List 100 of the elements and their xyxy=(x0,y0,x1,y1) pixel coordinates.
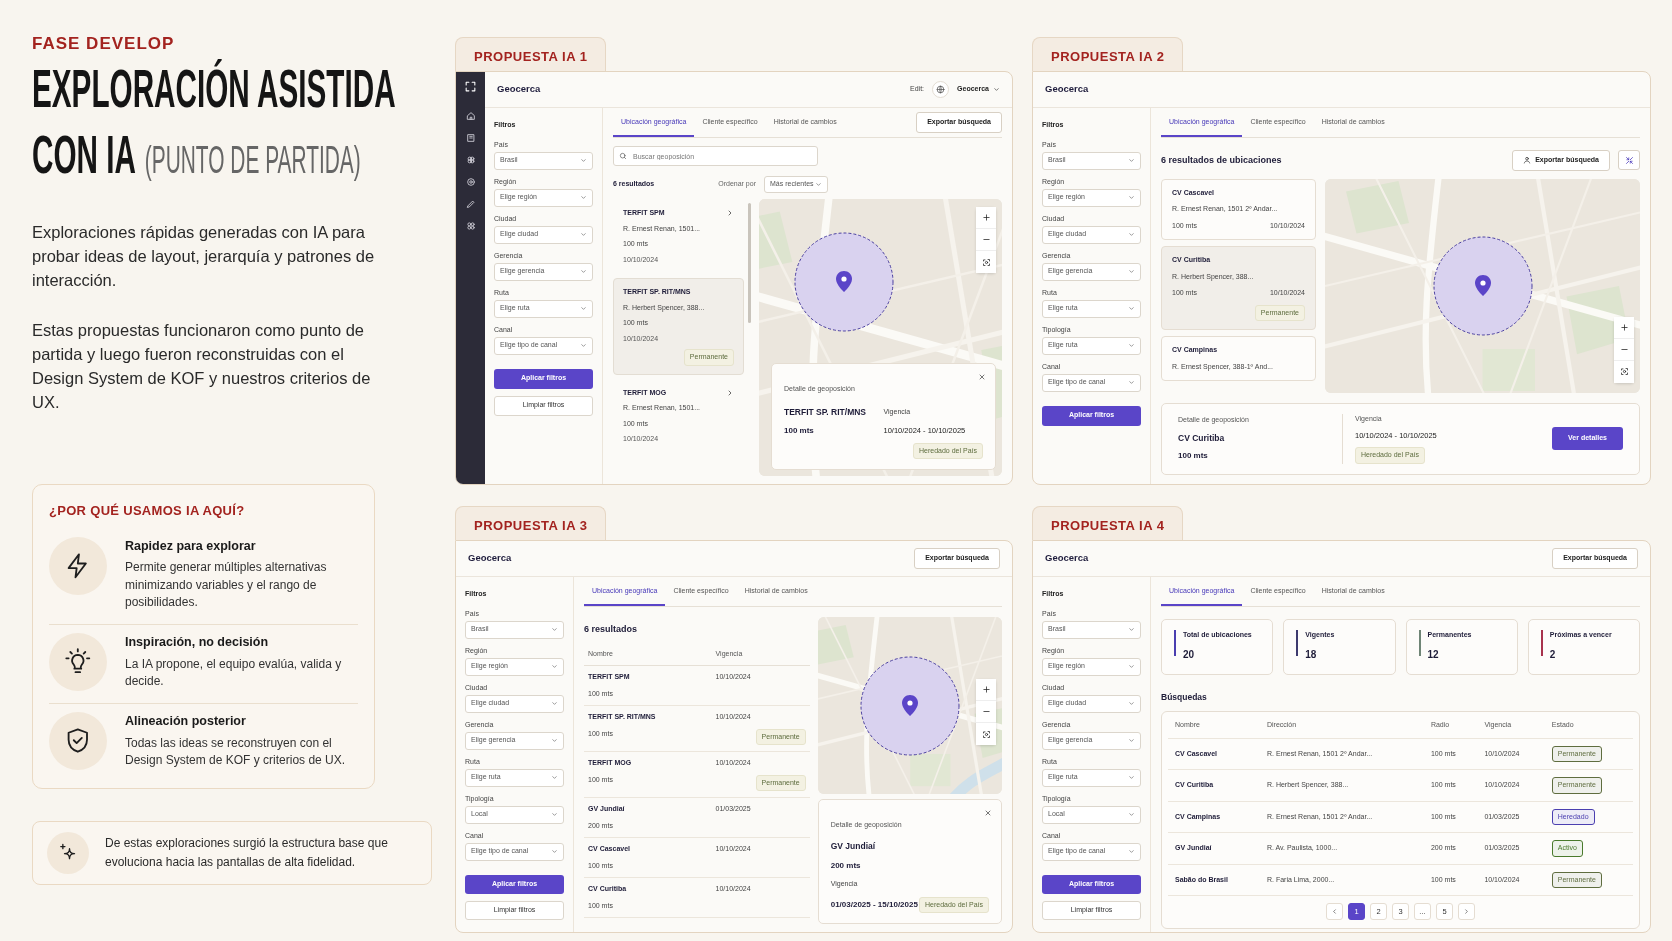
search-icon xyxy=(619,152,627,160)
window-title: Geocerca xyxy=(468,551,512,566)
page-title: CON IA xyxy=(32,124,136,184)
close-icon[interactable] xyxy=(978,372,986,381)
zoom-in-button[interactable] xyxy=(976,207,996,229)
zoom-in-button[interactable] xyxy=(976,679,996,702)
recenter-icon xyxy=(981,257,991,267)
chevron-right-icon xyxy=(726,209,734,218)
chevron-right-icon xyxy=(1463,908,1470,916)
frame-icon[interactable] xyxy=(464,80,477,93)
chevron-down-icon xyxy=(1128,379,1135,386)
chevron-down-icon xyxy=(551,848,558,855)
item-title: Rapidez para explorar xyxy=(125,537,256,555)
item-title: Inspiración, no decisión xyxy=(125,633,269,651)
grid-icon[interactable] xyxy=(465,221,476,231)
window-title: Geocerca xyxy=(1045,551,1089,566)
collapse-icon xyxy=(1624,155,1634,165)
detail-name: CV Curitiba xyxy=(1178,431,1225,445)
section-heading: Búsquedas xyxy=(1161,690,1207,704)
chevron-down-icon xyxy=(1128,342,1135,349)
page-subtitle: (PUNTO DE PARTIDA) xyxy=(144,139,361,181)
target-icon[interactable] xyxy=(465,177,476,187)
chevron-down-icon xyxy=(1128,848,1135,855)
chevron-down-icon xyxy=(580,268,587,275)
validity-range: 01/03/2025 - 15/10/2025 xyxy=(830,898,918,911)
chevron-down-icon xyxy=(993,86,1000,93)
recenter-button[interactable] xyxy=(976,723,996,746)
chevron-down-icon xyxy=(1128,231,1135,238)
chevron-down-icon xyxy=(580,157,587,164)
close-icon[interactable] xyxy=(984,809,992,818)
section-eyebrow: FASE DEVELOP xyxy=(32,34,175,54)
plus-icon xyxy=(1619,322,1629,332)
chevron-down-icon xyxy=(551,774,558,781)
zoom-in-button[interactable] xyxy=(1614,316,1634,339)
globe-icon xyxy=(936,85,946,94)
chevron-down-icon xyxy=(1128,194,1135,201)
plus-icon xyxy=(981,213,991,222)
chevron-down-icon xyxy=(1128,774,1135,781)
chevron-right-icon xyxy=(726,388,734,397)
chevron-down-icon xyxy=(1128,663,1135,670)
sparkle-icon xyxy=(47,831,89,874)
recenter-button[interactable] xyxy=(976,251,996,273)
kpi-value: 2 xyxy=(1549,647,1556,662)
results-count: 6 resultados xyxy=(584,623,638,636)
kpi-value: 20 xyxy=(1183,647,1195,662)
detail-name: TERFIT SP. RIT/MNS xyxy=(784,405,867,419)
chevron-down-icon xyxy=(1128,737,1135,744)
pin-icon xyxy=(1474,274,1491,296)
chevron-down-icon xyxy=(815,181,822,188)
chevron-down-icon xyxy=(1128,305,1135,312)
item-description: Permite generar múltiples alternativas minimizando variables y el rango de posibilidades. xyxy=(125,559,328,612)
intro-paragraph: Exploraciones rápidas generadas con IA para probar ideas de layout, jerarquía y patrones de interacción. xyxy=(32,222,376,291)
scrollbar[interactable] xyxy=(748,203,751,323)
item-description: Todas las ideas se reconstruyen con el Design System de KOF y criterios de UX. xyxy=(125,734,347,769)
lightning-icon xyxy=(49,536,107,595)
note-text: De estas exploraciones surgió la estructura base que evoluciona hacia las pantallas de alta fidelidad. xyxy=(105,834,389,871)
detail-radius: 100 mts xyxy=(784,424,814,437)
chevron-down-icon xyxy=(1128,811,1135,818)
page-title: EXPLORACIÓN ASISTIDA xyxy=(32,58,396,118)
detail-radius: 100 mts xyxy=(1178,450,1208,463)
lightbulb-icon xyxy=(49,632,107,691)
proposal-label: PROPUESTA IA 3 xyxy=(455,506,607,540)
chevron-down-icon xyxy=(551,811,558,818)
recenter-icon xyxy=(1619,367,1629,376)
shield-check-icon xyxy=(49,711,107,770)
chevron-down-icon xyxy=(1128,268,1135,275)
card-heading: ¿POR QUÉ USAMOS IA AQUÍ? xyxy=(49,502,245,520)
person-icon xyxy=(1523,156,1532,165)
pencil-icon[interactable] xyxy=(465,199,476,209)
chevron-left-icon xyxy=(1331,908,1338,916)
proposal-label: PROPUESTA IA 2 xyxy=(1032,37,1184,71)
intro-paragraph: Estas propuestas funcionaron como punto de partida y luego fueron reconstruidas con el Design System de KOF y nuestros criterios de UX. xyxy=(32,320,372,413)
kpi-value: 18 xyxy=(1305,647,1317,662)
chevron-down-icon xyxy=(551,700,558,707)
chevron-down-icon xyxy=(1128,626,1135,633)
chevron-down-icon xyxy=(580,231,587,238)
globe-button[interactable] xyxy=(932,81,950,98)
circles-icon[interactable] xyxy=(465,155,476,165)
collapse-button[interactable] xyxy=(1618,150,1640,171)
detail-name: GV Jundiaí xyxy=(830,840,876,853)
chevron-down-icon xyxy=(580,194,587,201)
proposal-label: PROPUESTA IA 4 xyxy=(1032,506,1184,540)
recenter-button[interactable] xyxy=(1614,360,1634,383)
chevron-down-icon xyxy=(551,737,558,744)
chevron-down-icon xyxy=(551,626,558,633)
window-title: Geocerca xyxy=(1045,82,1089,97)
recenter-icon xyxy=(981,729,991,739)
chevron-down-icon xyxy=(1128,157,1135,164)
results-heading: 6 resultados de ubicaciones xyxy=(1161,153,1282,167)
detail-radius: 200 mts xyxy=(830,860,861,872)
chevron-down-icon xyxy=(580,305,587,312)
window-title: Geocerca xyxy=(497,82,541,97)
pin-icon xyxy=(836,271,853,293)
building-icon[interactable] xyxy=(465,133,476,143)
house-icon[interactable] xyxy=(465,111,476,121)
item-title: Alineación posterior xyxy=(125,712,246,730)
plus-icon xyxy=(981,685,991,695)
proposal-label: PROPUESTA IA 1 xyxy=(455,37,607,71)
chevron-down-icon xyxy=(551,663,558,670)
chevron-down-icon xyxy=(1128,700,1135,707)
